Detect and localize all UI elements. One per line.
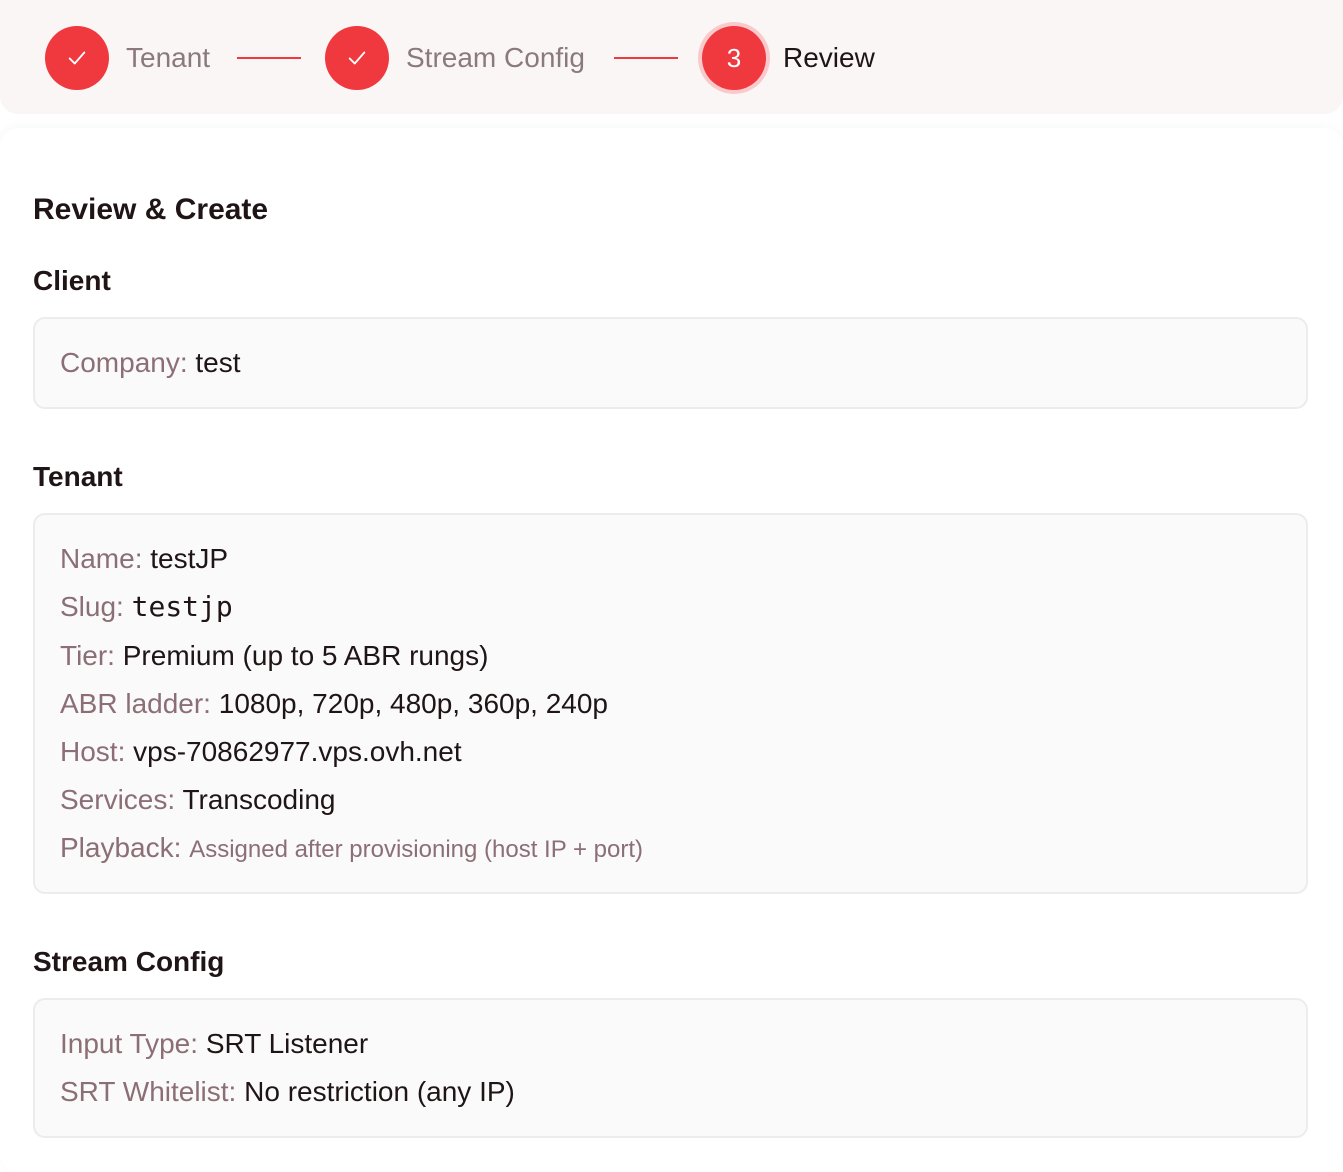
slug-label: Slug: [60, 591, 124, 622]
step-connector [614, 57, 678, 59]
tier-label: Tier: [60, 640, 115, 671]
stream-config-panel: Input Type: SRT Listener SRT Whitelist: … [33, 998, 1308, 1138]
step-tenant-circle [45, 26, 109, 90]
step-stream-config-label: Stream Config [406, 42, 585, 73]
check-icon [348, 51, 366, 65]
name-row: Name: testJP [60, 542, 228, 576]
abr-ladder-row: ABR ladder: 1080p, 720p, 480p, 360p, 240… [60, 687, 608, 721]
company-row: Company: test [60, 346, 241, 380]
stream-config-section-title: Stream Config [33, 946, 225, 977]
srt-whitelist-label: SRT Whitelist: [60, 1076, 237, 1107]
tier-row: Tier: Premium (up to 5 ABR rungs) [60, 639, 488, 673]
tenant-section-title: Tenant [33, 461, 123, 492]
company-label: Company: [60, 347, 188, 378]
host-label: Host: [60, 736, 126, 767]
page-title: Review & Create [33, 193, 269, 226]
company-value: test [195, 347, 241, 378]
slug-row: Slug: testjp [60, 590, 233, 624]
input-type-row: Input Type: SRT Listener [60, 1027, 368, 1061]
services-label: Services: [60, 784, 176, 815]
slug-value: testjp [131, 590, 233, 623]
playback-value: Assigned after provisioning (host IP + p… [189, 836, 643, 863]
step-connector [237, 57, 301, 59]
services-value: Transcoding [182, 784, 336, 815]
abr-ladder-label: ABR ladder: [60, 688, 211, 719]
step-tenant-label: Tenant [126, 42, 211, 73]
client-panel: Company: test [33, 317, 1308, 409]
stepper: Tenant Stream Config 3 Review [0, 0, 1343, 114]
step-review[interactable]: 3 Review [702, 26, 875, 90]
step-review-circle: 3 [702, 26, 766, 90]
input-type-label: Input Type: [60, 1028, 199, 1059]
step-number: 3 [726, 42, 742, 73]
client-section-title: Client [33, 265, 111, 296]
services-row: Services: Transcoding [60, 783, 335, 817]
tier-value: Premium (up to 5 ABR rungs) [122, 640, 489, 671]
name-label: Name: [60, 543, 143, 574]
check-icon [68, 51, 86, 65]
step-stream-config[interactable]: Stream Config [325, 26, 585, 90]
name-value: testJP [150, 543, 229, 574]
playback-row: Playback: Assigned after provisioning (h… [60, 831, 643, 867]
host-value: vps-70862977.vps.ovh.net [133, 736, 462, 767]
srt-whitelist-row: SRT Whitelist: No restriction (any IP) [60, 1075, 515, 1109]
srt-whitelist-value: No restriction (any IP) [244, 1076, 515, 1107]
input-type-value: SRT Listener [205, 1028, 369, 1059]
step-tenant[interactable]: Tenant [45, 26, 210, 90]
host-row: Host: vps-70862977.vps.ovh.net [60, 735, 462, 769]
step-stream-config-circle [325, 26, 389, 90]
tenant-panel: Name: testJP Slug: testjp Tier: Premium … [33, 513, 1308, 894]
playback-label: Playback: [60, 832, 182, 863]
step-review-label: Review [783, 42, 875, 73]
abr-ladder-value: 1080p, 720p, 480p, 360p, 240p [218, 688, 609, 719]
